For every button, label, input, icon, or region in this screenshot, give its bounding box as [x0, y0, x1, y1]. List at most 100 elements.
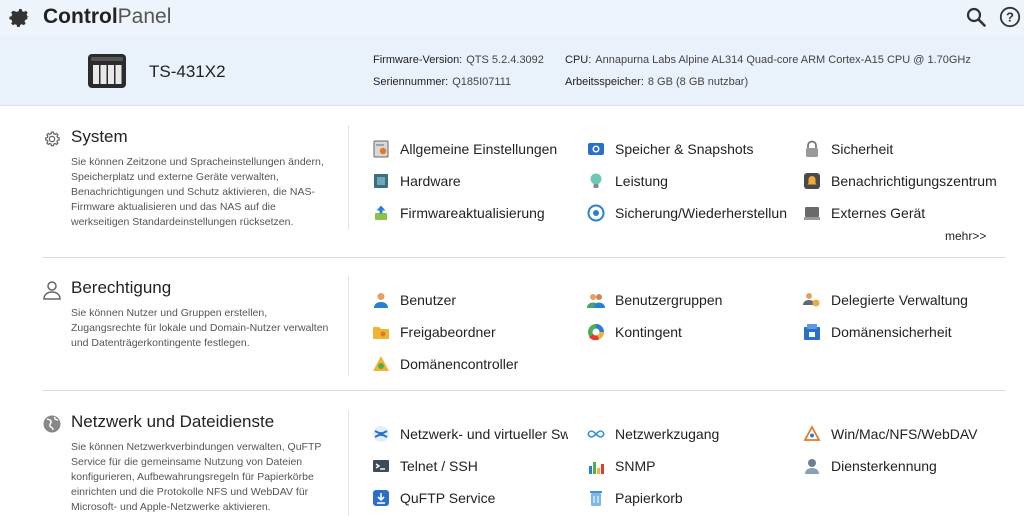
app-title: ControlPanel	[43, 5, 171, 29]
notification-center-icon	[804, 173, 820, 189]
lock-icon	[806, 140, 818, 157]
item-label: Firmwareaktualisierung	[400, 205, 545, 221]
memory-value: 8 GB (8 GB nutzbar)	[647, 76, 749, 88]
memory-label: Arbeitsspeicher:	[565, 76, 644, 88]
item-diensterkennung[interactable]: Diensterkennung	[803, 456, 937, 476]
item-benutzer[interactable]: Benutzer	[372, 290, 456, 310]
memory-info: Arbeitsspeicher: 8 GB (8 GB nutzbar)	[565, 76, 748, 88]
item-kontingent[interactable]: Kontingent	[587, 322, 682, 342]
item-domaenencontroller[interactable]: Domänencontroller	[372, 354, 518, 374]
item-label: SNMP	[615, 458, 656, 474]
item-allgemeine-einstellungen[interactable]: Allgemeine Einstellungen	[372, 139, 557, 159]
quftp-icon	[373, 490, 389, 506]
item-label: Hardware	[400, 173, 461, 189]
device-info-panel: TS-431X2 Firmware-Version: QTS 5.2.4.3092…	[0, 36, 1024, 106]
domain-controller-icon	[373, 356, 389, 371]
section-desc-system: Sie können Zeitzone und Spracheinstellun…	[71, 156, 324, 228]
more-link[interactable]: mehr>>	[945, 229, 986, 243]
shared-folder-icon	[373, 327, 389, 339]
section-separator	[42, 257, 1006, 258]
item-snmp[interactable]: SNMP	[587, 456, 655, 476]
quota-pie-icon	[588, 324, 604, 341]
item-hardware[interactable]: Hardware	[372, 171, 461, 191]
domain-security-icon	[804, 324, 820, 340]
section-divider-vertical	[348, 125, 349, 229]
section-title-berechtigung: Berechtigung	[71, 278, 172, 297]
power-bulb-icon	[590, 173, 602, 188]
network-switch-icon	[373, 426, 389, 442]
item-label: Benachrichtigungszentrum	[831, 173, 997, 189]
file-protocols-icon	[803, 425, 821, 441]
section-system: System Sie können Zeitzone und Sprachein…	[42, 125, 1006, 243]
nas-device-icon	[88, 54, 126, 88]
item-sicherheit[interactable]: Sicherheit	[803, 139, 893, 159]
item-papierkorb[interactable]: Papierkorb	[587, 488, 683, 508]
item-benutzergruppen[interactable]: Benutzergruppen	[587, 290, 722, 310]
service-discovery-icon	[805, 459, 819, 474]
item-firmwareaktualisierung[interactable]: Firmwareaktualisierung	[372, 203, 545, 223]
serial-label: Seriennummer:	[373, 76, 449, 88]
section-desc-netzwerk: Sie können Netzwerkverbindungen verwalte…	[71, 441, 322, 513]
storage-snapshots-icon	[588, 143, 604, 155]
globe-icon	[43, 415, 61, 433]
device-model: TS-431X2	[149, 62, 226, 81]
item-telnet-ssh[interactable]: Telnet / SSH	[372, 456, 478, 476]
firmware-value: QTS 5.2.4.3092	[466, 54, 544, 66]
system-gear-icon	[45, 131, 60, 147]
item-netzwerkzugang[interactable]: Netzwerkzugang	[587, 424, 719, 444]
recycle-bin-icon	[590, 491, 602, 506]
item-quftp-service[interactable]: QuFTP Service	[372, 488, 495, 508]
section-netzwerk: Netzwerk und Dateidienste Sie können Net…	[42, 410, 1006, 516]
item-leistung[interactable]: Leistung	[587, 171, 668, 191]
network-access-icon	[587, 430, 605, 438]
item-label: Allgemeine Einstellungen	[400, 141, 558, 157]
item-freigabeordner[interactable]: Freigabeordner	[372, 322, 496, 342]
svg-text:?: ?	[1006, 10, 1014, 25]
item-label: Delegierte Verwaltung	[831, 292, 968, 308]
item-benachrichtigungszentrum[interactable]: Benachrichtigungszentrum	[803, 171, 997, 191]
section-separator	[42, 390, 1006, 391]
external-device-icon	[804, 207, 820, 220]
top-bar: ControlPanel ?	[0, 0, 1024, 36]
item-label: Telnet / SSH	[400, 458, 478, 474]
item-speicher-snapshots[interactable]: Speicher & Snapshots	[587, 139, 754, 159]
item-label: Kontingent	[615, 324, 682, 340]
item-delegierte-verwaltung[interactable]: Delegierte Verwaltung	[803, 290, 968, 310]
section-desc-berechtigung: Sie können Nutzer und Gruppen erstellen,…	[71, 307, 329, 349]
general-settings-icon	[373, 140, 389, 158]
firmware-update-icon	[375, 205, 387, 220]
item-label: Domänencontroller	[400, 356, 519, 372]
item-label: Domänensicherheit	[831, 324, 952, 340]
section-title-system: System	[71, 127, 128, 146]
item-label: Benutzer	[400, 292, 457, 308]
section-berechtigung: Berechtigung Sie können Nutzer und Grupp…	[42, 276, 1006, 380]
item-domaenensicherheit[interactable]: Domänensicherheit	[803, 322, 952, 342]
gear-icon	[9, 9, 30, 27]
section-title-netzwerk: Netzwerk und Dateidienste	[71, 412, 275, 431]
search-icon[interactable]	[966, 7, 986, 27]
item-label: Speicher & Snapshots	[615, 141, 754, 157]
firmware-label: Firmware-Version:	[373, 54, 463, 66]
cpu-value: Annapurna Labs Alpine AL314 Quad-core AR…	[595, 54, 971, 66]
serial-value: Q185I07111	[452, 76, 512, 88]
item-label: Win/Mac/NFS/WebDAV	[831, 426, 978, 442]
section-divider-vertical	[348, 410, 349, 516]
help-icon[interactable]: ?	[999, 6, 1021, 28]
terminal-icon	[373, 460, 389, 472]
item-label: Freigabeordner	[400, 324, 496, 340]
item-win-mac-nfs-webdav[interactable]: Win/Mac/NFS/WebDAV	[803, 424, 978, 444]
user-groups-icon	[587, 294, 605, 308]
cpu-info: CPU: Annapurna Labs Alpine AL314 Quad-cor…	[565, 54, 971, 66]
item-label: Externes Gerät	[831, 205, 926, 221]
app-title-bold: Control	[43, 5, 118, 28]
item-sicherung-wiederherstellung[interactable]: Sicherung/Wiederherstellung	[587, 203, 787, 223]
backup-restore-icon	[587, 204, 605, 222]
item-label: Benutzergruppen	[615, 292, 723, 308]
user-icon	[43, 281, 61, 300]
item-netzwerk-virtueller-switch[interactable]: Netzwerk- und virtueller Switch	[372, 424, 568, 444]
item-externes-geraet[interactable]: Externes Gerät	[803, 203, 925, 223]
users-icon	[374, 293, 388, 308]
serial-number-info: Seriennummer: Q185I07111	[373, 76, 511, 88]
item-label: Leistung	[615, 173, 668, 189]
delegated-admin-icon	[803, 293, 820, 307]
